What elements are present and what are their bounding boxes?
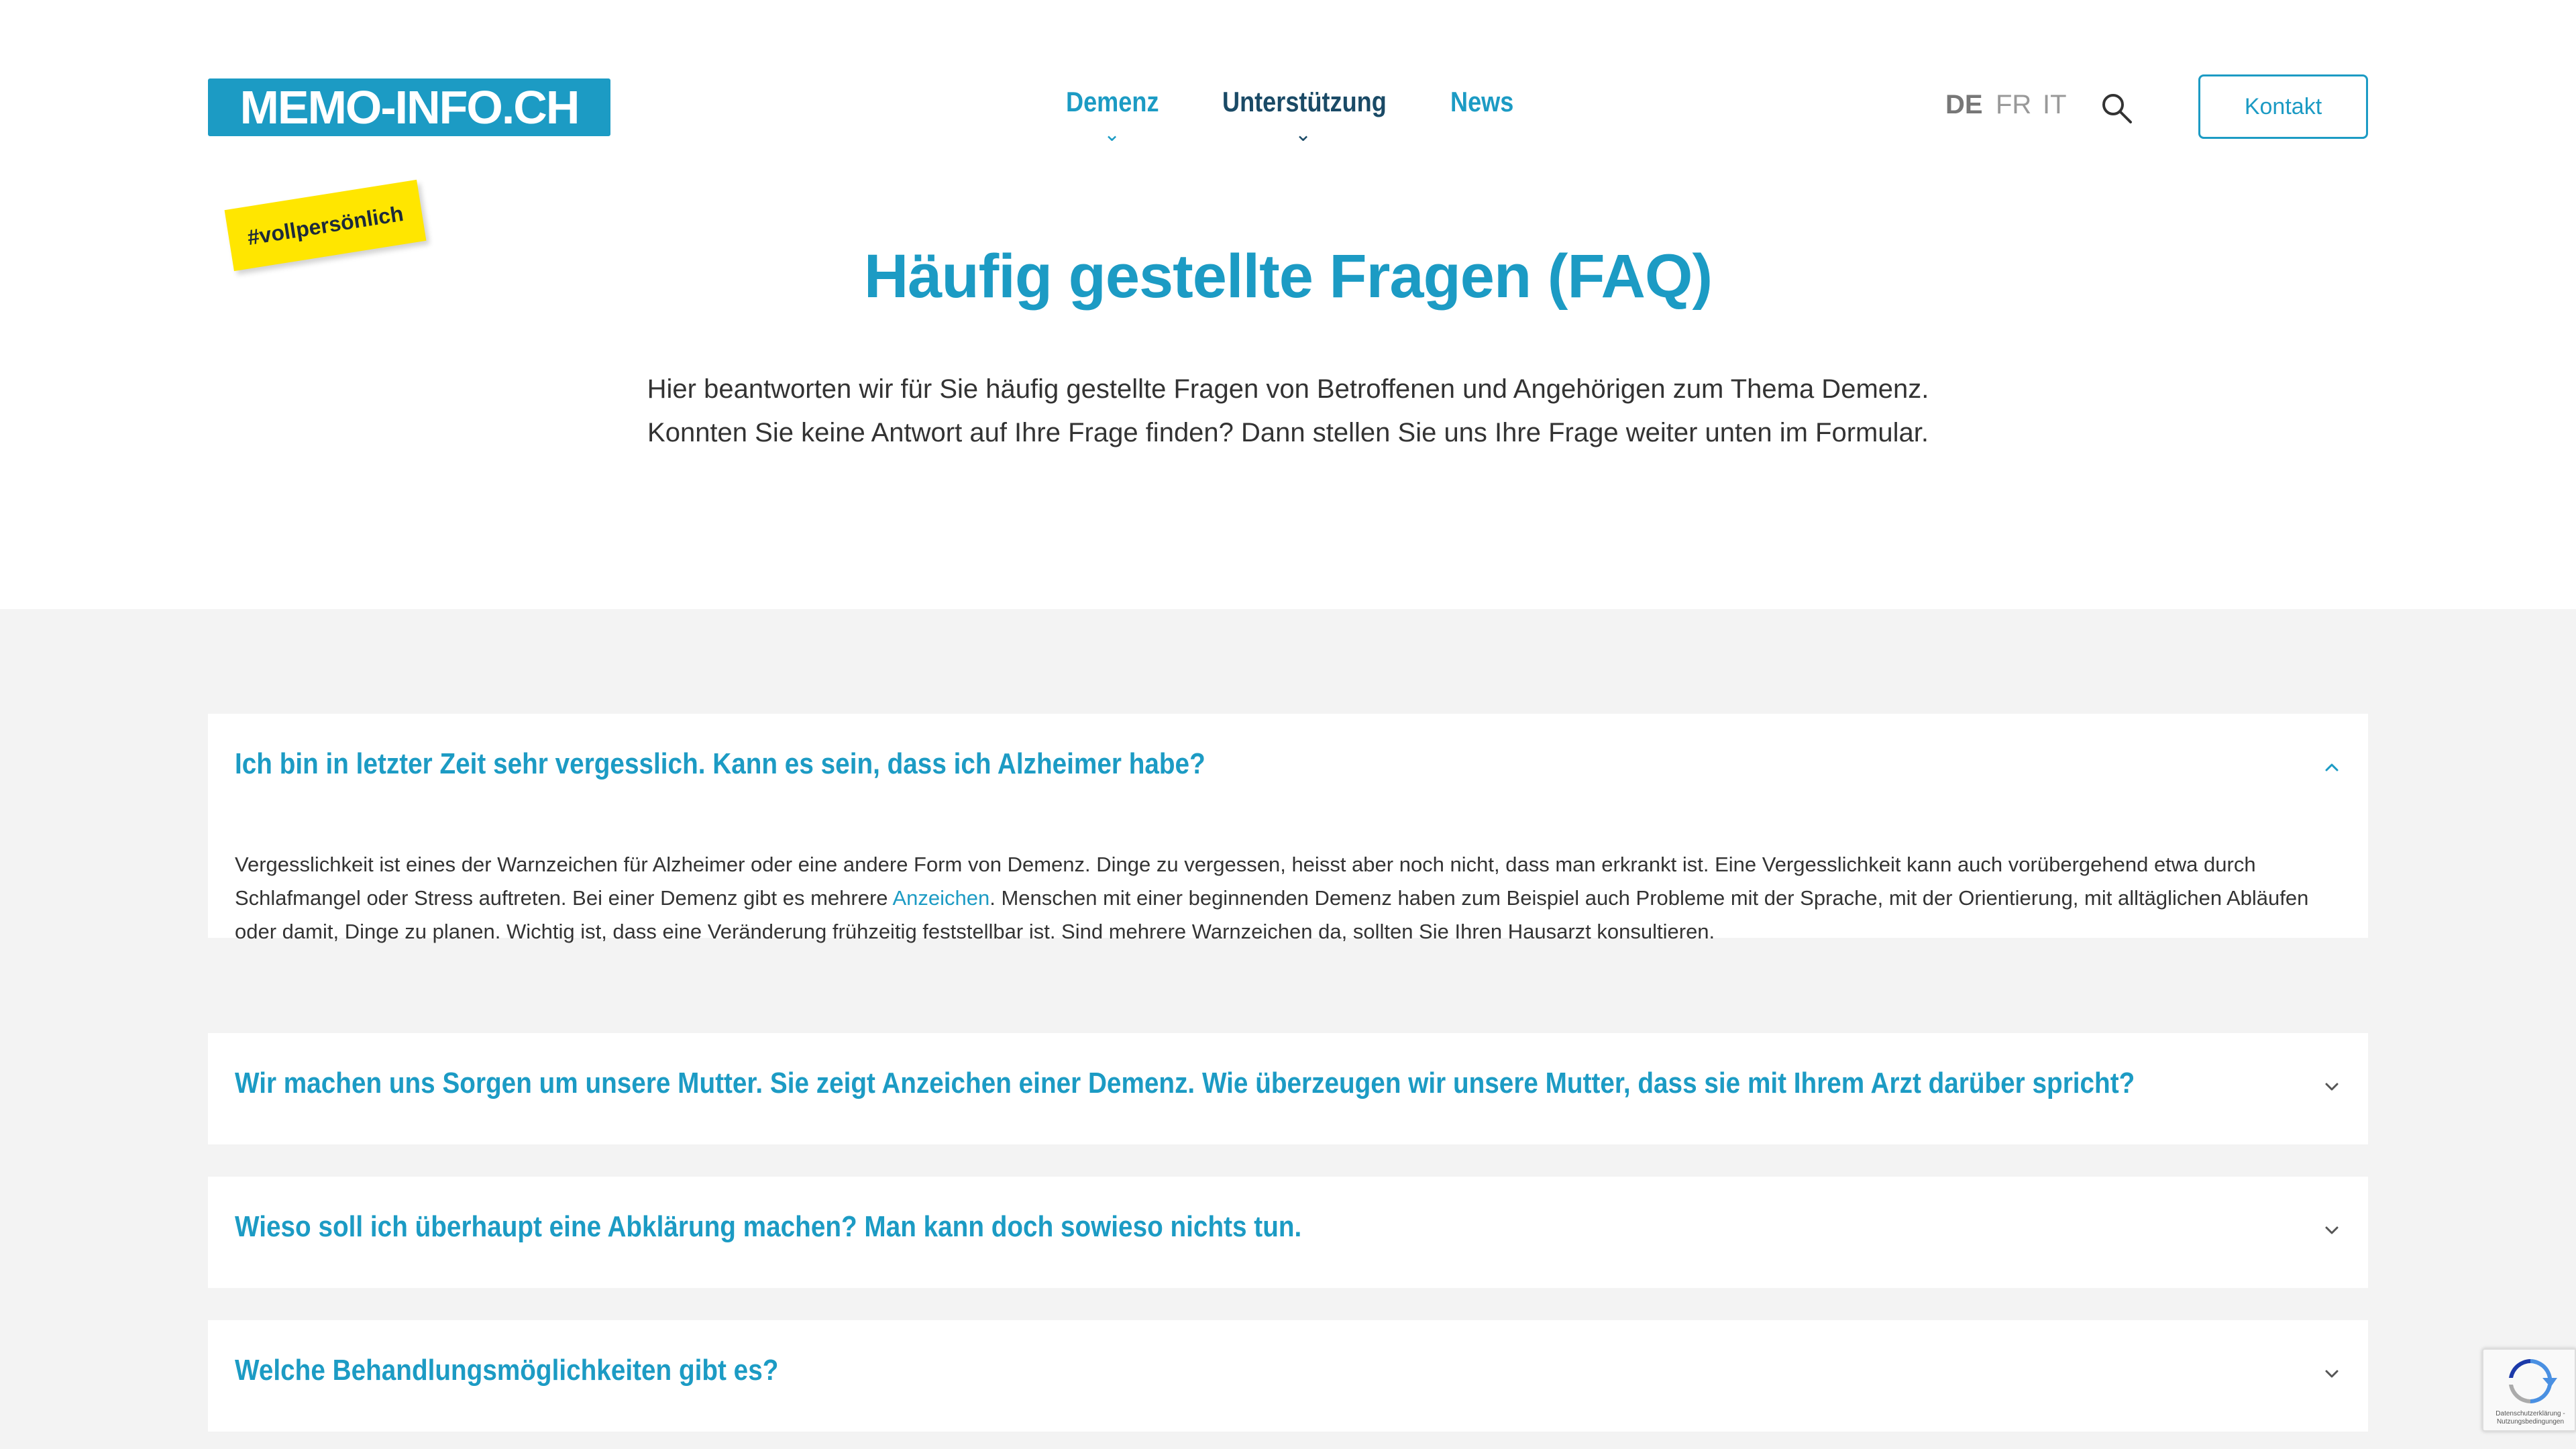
intro-text: Hier beantworten wir für Sie häufig gest… xyxy=(0,368,2576,455)
chevron-down-icon: ⌄ xyxy=(1104,123,1121,146)
contact-button[interactable]: Kontakt xyxy=(2198,74,2368,139)
faq-section: Ich bin in letzter Zeit sehr vergesslich… xyxy=(0,609,2576,1449)
faq-item: Ich bin in letzter Zeit sehr vergesslich… xyxy=(208,714,2368,943)
faq-item[interactable]: Wieso soll ich überhaupt eine Abklärung … xyxy=(208,1177,2368,1288)
faq-question[interactable]: Wieso soll ich überhaupt eine Abklärung … xyxy=(235,1210,1301,1244)
faq-item[interactable]: Wir machen uns Sorgen um unsere Mutter. … xyxy=(208,1033,2368,1144)
chevron-up-icon[interactable] xyxy=(2320,755,2344,780)
lang-de[interactable]: DE xyxy=(1945,90,1983,120)
page-title: Häufig gestellte Fragen (FAQ) xyxy=(863,242,1713,311)
lang-it[interactable]: IT xyxy=(2043,90,2067,120)
intro-line: Konnten Sie keine Antwort auf Ihre Frage… xyxy=(647,418,1929,447)
chevron-down-icon[interactable] xyxy=(2320,1075,2344,1099)
site-header: MEMO-INFO.CH Demenz ⌄ Unterstützung ⌄ Ne… xyxy=(0,0,2576,201)
chevron-down-icon: ⌄ xyxy=(1295,123,1312,146)
chevron-down-icon[interactable] xyxy=(2320,1218,2344,1242)
faq-question[interactable]: Wir machen uns Sorgen um unsere Mutter. … xyxy=(235,1067,2135,1100)
nav-item-unterstuetzung[interactable]: Unterstützung xyxy=(1222,86,1387,118)
search-icon[interactable] xyxy=(2100,91,2133,125)
nav-item-news[interactable]: News xyxy=(1450,86,1513,118)
faq-item[interactable]: Welche Behandlungsmöglichkeiten gibt es? xyxy=(208,1320,2368,1432)
recaptcha-links[interactable]: Datenschutzerklärung - Nutzungsbedingung… xyxy=(2486,1410,2575,1426)
anzeichen-link[interactable]: Anzeichen xyxy=(892,886,989,910)
faq-question[interactable]: Welche Behandlungsmöglichkeiten gibt es? xyxy=(235,1354,778,1387)
recaptcha-icon xyxy=(2509,1359,2557,1403)
lang-fr[interactable]: FR xyxy=(1996,90,2031,120)
main-nav: Demenz ⌄ Unterstützung ⌄ News xyxy=(0,86,2576,145)
intro-line: Hier beantworten wir für Sie häufig gest… xyxy=(647,374,1929,404)
nav-item-demenz[interactable]: Demenz xyxy=(1066,86,1159,118)
chevron-down-icon[interactable] xyxy=(2320,1362,2344,1386)
faq-question[interactable]: Ich bin in letzter Zeit sehr vergesslich… xyxy=(235,747,1205,781)
faq-answer: Vergesslichkeit ist eines der Warnzeiche… xyxy=(235,848,2341,949)
recaptcha-badge[interactable]: Datenschutzerklärung - Nutzungsbedingung… xyxy=(2482,1348,2576,1432)
